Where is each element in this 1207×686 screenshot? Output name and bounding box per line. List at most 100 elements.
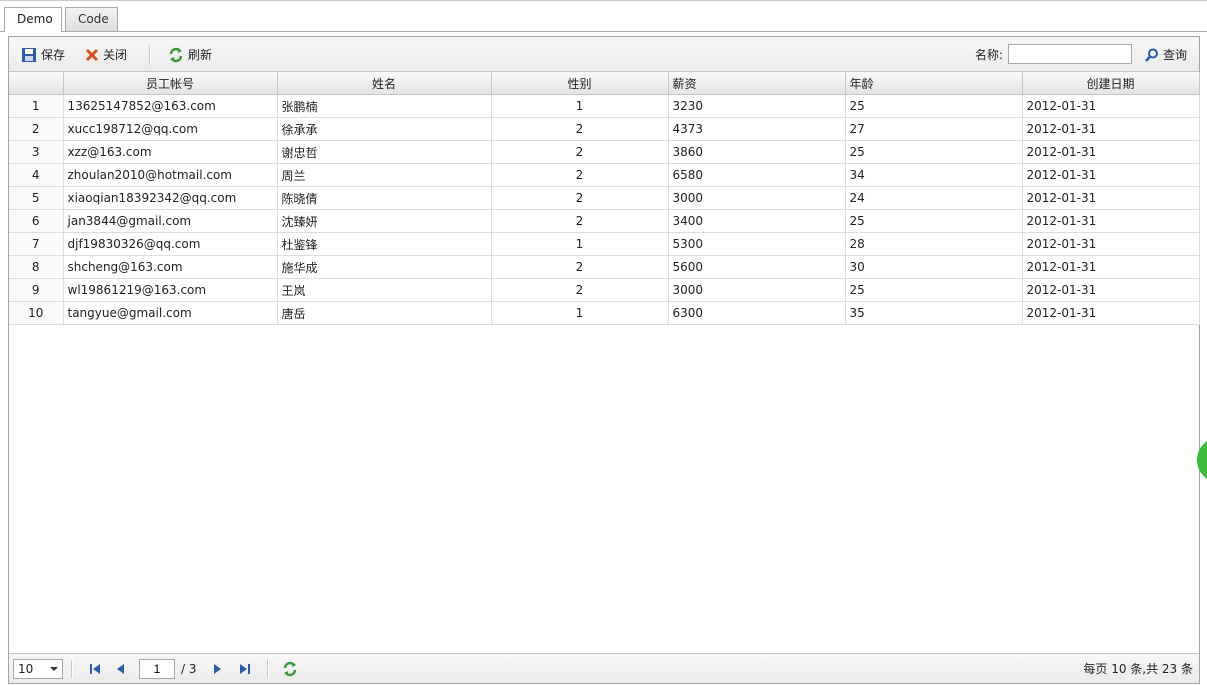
column-header-rownum bbox=[9, 72, 64, 95]
row-number: 10 bbox=[9, 301, 64, 325]
next-page-icon[interactable] bbox=[209, 661, 225, 677]
refresh-button[interactable]: 刷新 bbox=[168, 46, 212, 64]
pager-separator bbox=[71, 660, 73, 678]
account-cell: djf19830326@qq.com bbox=[63, 232, 278, 256]
page-size-select[interactable]: 10 bbox=[13, 659, 63, 679]
query-button[interactable]: 查询 bbox=[1145, 46, 1187, 64]
created-date-cell: 2012-01-31 bbox=[1022, 232, 1200, 256]
last-page-icon[interactable] bbox=[237, 661, 253, 677]
row-number: 3 bbox=[9, 140, 64, 164]
age-cell: 24 bbox=[845, 186, 1023, 210]
account-cell: xiaoqian18392342@qq.com bbox=[63, 186, 278, 210]
table-row[interactable]: 2 xucc198712@qq.com 徐承承 2 4373 27 2012-01-31 bbox=[9, 117, 1200, 141]
column-header-created[interactable]: 创建日期 bbox=[1022, 72, 1200, 95]
created-date-cell: 2012-01-31 bbox=[1022, 186, 1200, 210]
account-cell: xzz@163.com bbox=[63, 140, 278, 164]
close-label: 关闭 bbox=[103, 48, 128, 62]
name-cell: 周兰 bbox=[277, 163, 492, 187]
table-row[interactable]: 4 zhoulan2010@hotmail.com 周兰 2 6580 34 2012-01… bbox=[9, 163, 1200, 187]
row-number: 6 bbox=[9, 209, 64, 233]
chevron-down-icon bbox=[50, 667, 58, 671]
salary-cell: 6580 bbox=[668, 163, 846, 187]
row-number: 2 bbox=[9, 117, 64, 141]
table-row[interactable]: 9 wl19861219@163.com 王岚 2 3000 25 2012-01-31 bbox=[9, 278, 1200, 302]
column-header-name[interactable]: 姓名 bbox=[277, 72, 492, 95]
first-page-icon[interactable] bbox=[87, 661, 103, 677]
name-cell: 沈臻妍 bbox=[277, 209, 492, 233]
gender-cell: 2 bbox=[491, 209, 669, 233]
salary-cell: 6300 bbox=[668, 301, 846, 325]
salary-cell: 3000 bbox=[668, 278, 846, 302]
close-button[interactable]: 关闭 bbox=[85, 46, 127, 64]
account-cell: jan3844@gmail.com bbox=[63, 209, 278, 233]
created-date-cell: 2012-01-31 bbox=[1022, 278, 1200, 302]
table-row[interactable]: 7 djf19830326@qq.com 杜鉴锋 1 5300 28 2012-01-31 bbox=[9, 232, 1200, 256]
row-number: 1 bbox=[9, 94, 64, 118]
gender-cell: 2 bbox=[491, 163, 669, 187]
close-icon bbox=[85, 48, 99, 62]
age-cell: 25 bbox=[845, 94, 1023, 118]
row-number: 9 bbox=[9, 278, 64, 302]
column-header-salary[interactable]: 薪资 bbox=[668, 72, 846, 95]
search-label: 名称: bbox=[974, 48, 1003, 62]
created-date-cell: 2012-01-31 bbox=[1022, 94, 1200, 118]
column-header-account[interactable]: 员工帐号 bbox=[63, 72, 278, 95]
table-row[interactable]: 10 tangyue@gmail.com 唐岳 1 6300 35 2012-01-31 bbox=[9, 301, 1200, 325]
name-cell: 徐承承 bbox=[277, 117, 492, 141]
row-number: 5 bbox=[9, 186, 64, 210]
tab-demo[interactable]: Demo bbox=[4, 7, 62, 32]
search-input[interactable] bbox=[1008, 44, 1132, 64]
table-row[interactable]: 6 jan3844@gmail.com 沈臻妍 2 3400 25 2012-01-31 bbox=[9, 209, 1200, 233]
save-button[interactable]: 保存 bbox=[21, 46, 65, 64]
age-cell: 25 bbox=[845, 140, 1023, 164]
age-cell: 25 bbox=[845, 278, 1023, 302]
refresh-label: 刷新 bbox=[188, 48, 213, 62]
row-number: 7 bbox=[9, 232, 64, 256]
toolbar-separator bbox=[149, 45, 151, 65]
tab-bar: Demo Code bbox=[0, 0, 1207, 32]
salary-cell: 5300 bbox=[668, 232, 846, 256]
name-cell: 杜鉴锋 bbox=[277, 232, 492, 256]
tab-code[interactable]: Code bbox=[65, 7, 118, 31]
column-header-age[interactable]: 年龄 bbox=[845, 72, 1023, 95]
created-date-cell: 2012-01-31 bbox=[1022, 140, 1200, 164]
name-cell: 王岚 bbox=[277, 278, 492, 302]
name-cell: 施华成 bbox=[277, 255, 492, 279]
salary-cell: 3400 bbox=[668, 209, 846, 233]
pager-separator bbox=[267, 660, 269, 678]
account-cell: 13625147852@163.com bbox=[63, 94, 278, 118]
account-cell: xucc198712@qq.com bbox=[63, 117, 278, 141]
gender-cell: 2 bbox=[491, 186, 669, 210]
name-cell: 陈晓倩 bbox=[277, 186, 492, 210]
salary-cell: 4373 bbox=[668, 117, 846, 141]
salary-cell: 3860 bbox=[668, 140, 846, 164]
age-cell: 30 bbox=[845, 255, 1023, 279]
prev-page-icon[interactable] bbox=[113, 661, 129, 677]
table-row[interactable]: 8 shcheng@163.com 施华成 2 5600 30 2012-01-31 bbox=[9, 255, 1200, 279]
tab-divider bbox=[0, 31, 1207, 32]
search-icon bbox=[1145, 48, 1158, 62]
query-label: 查询 bbox=[1162, 48, 1187, 62]
page-size-value: 10 bbox=[18, 662, 34, 676]
table-row[interactable]: 3 xzz@163.com 谢忠哲 2 3860 25 2012-01-31 bbox=[9, 140, 1200, 164]
table-row[interactable]: 1 13625147852@163.com 张鹏楠 1 3230 25 2012-01-31 bbox=[9, 94, 1200, 118]
page-number-input[interactable] bbox=[139, 659, 175, 679]
data-grid: 员工帐号 姓名 性别 薪资 年龄 创建日期 1 13625147852@163.c… bbox=[9, 72, 1200, 325]
column-header-gender[interactable]: 性别 bbox=[491, 72, 669, 95]
reload-icon[interactable] bbox=[282, 661, 298, 677]
age-cell: 34 bbox=[845, 163, 1023, 187]
gender-cell: 2 bbox=[491, 255, 669, 279]
age-cell: 25 bbox=[845, 209, 1023, 233]
account-cell: zhoulan2010@hotmail.com bbox=[63, 163, 278, 187]
header-row: 员工帐号 姓名 性别 薪资 年龄 创建日期 bbox=[9, 72, 1200, 95]
gender-cell: 1 bbox=[491, 232, 669, 256]
account-cell: tangyue@gmail.com bbox=[63, 301, 278, 325]
save-label: 保存 bbox=[41, 48, 66, 62]
created-date-cell: 2012-01-31 bbox=[1022, 163, 1200, 187]
gender-cell: 1 bbox=[491, 301, 669, 325]
grid-panel: 保存 关闭 刷新 名称: 查询 员工帐号 姓名 性别 薪资 年龄 创建日期 1 … bbox=[8, 36, 1200, 684]
created-date-cell: 2012-01-31 bbox=[1022, 255, 1200, 279]
age-cell: 28 bbox=[845, 232, 1023, 256]
salary-cell: 3000 bbox=[668, 186, 846, 210]
table-row[interactable]: 5 xiaoqian18392342@qq.com 陈晓倩 2 3000 24 2012-0… bbox=[9, 186, 1200, 210]
